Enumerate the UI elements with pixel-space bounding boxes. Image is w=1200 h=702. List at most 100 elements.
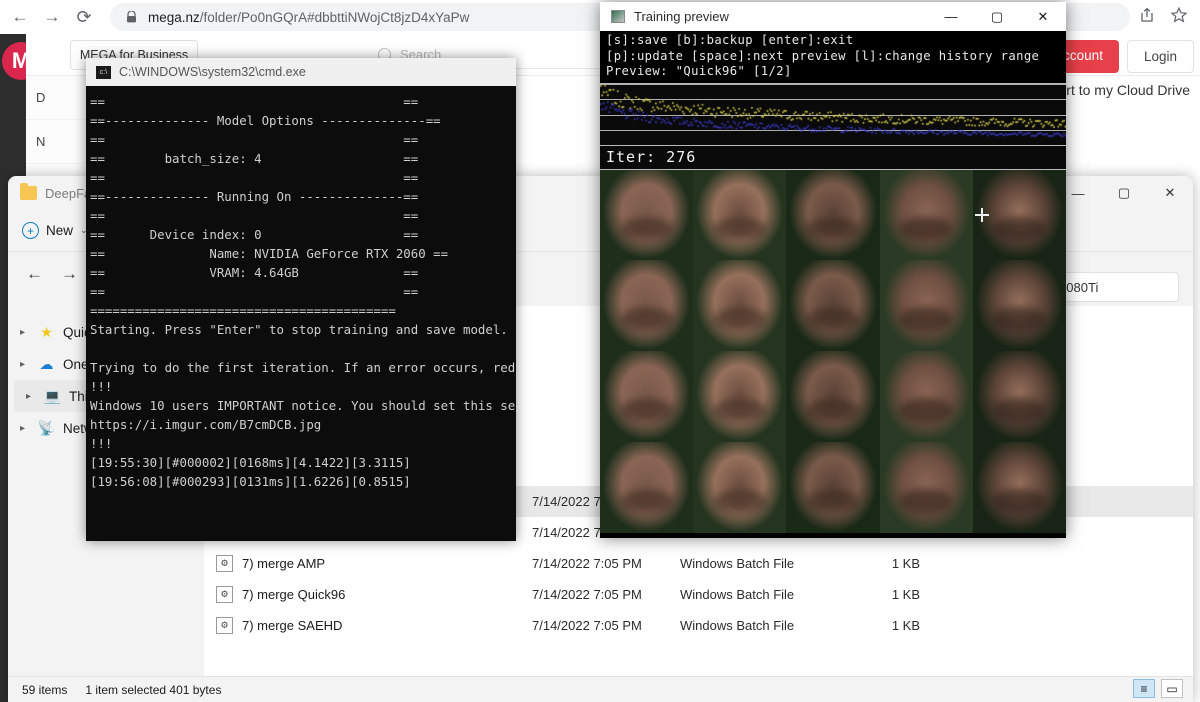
file-type: Windows Batch File <box>680 618 795 633</box>
file-date: 7/14/2022 7:05 PM <box>532 556 642 571</box>
iteration-counter: Iter: 276 <box>600 144 1066 170</box>
browser-reload-icon[interactable]: ⟳ <box>68 1 100 33</box>
training-preview-titlebar[interactable]: Training preview — ▢ ✕ <box>600 2 1066 31</box>
file-name: 7) merge Quick96 <box>242 587 346 602</box>
face-shadow <box>713 398 766 422</box>
app-icon <box>611 10 625 23</box>
cloud-icon: ☁ <box>39 355 54 372</box>
face-shadow <box>620 398 673 422</box>
help-line-2: [p]:update [space]:next preview [l]:chan… <box>606 48 1040 63</box>
chevron-right-icon[interactable]: ▸ <box>20 327 30 338</box>
chevron-right-icon[interactable]: ▸ <box>20 359 30 370</box>
cmd-title-text: C:\WINDOWS\system32\cmd.exe <box>119 65 306 79</box>
face-shadow <box>993 307 1046 332</box>
face-shadow <box>993 216 1046 241</box>
file-type: Windows Batch File <box>680 587 795 602</box>
tp-maximize-button[interactable]: ▢ <box>974 2 1020 31</box>
chevron-right-icon[interactable]: ▸ <box>26 391 36 402</box>
explorer-status-bar: 59 items 1 item selected 401 bytes ≡ ▭ <box>8 676 1193 702</box>
face-shadow <box>900 216 953 241</box>
training-preview-window: Training preview — ▢ ✕ [s]:save [b]:back… <box>600 2 1066 538</box>
new-button-label: New <box>46 223 74 238</box>
face-shadow <box>713 307 766 332</box>
file-size: 1 KB <box>891 587 920 602</box>
face-shadow <box>620 307 673 332</box>
face-preview-cell <box>786 441 880 533</box>
face-preview-cell <box>693 351 787 442</box>
view-toggle-group: ≡ ▭ <box>1133 679 1183 698</box>
face-preview-cell <box>693 260 787 351</box>
tp-minimize-button[interactable]: — <box>928 2 974 31</box>
list-view-button[interactable]: ≡ <box>1133 679 1155 698</box>
face-shadow <box>993 488 1046 513</box>
explorer-window-controls: — ▢ ✕ <box>1055 176 1193 210</box>
loss-scatter-canvas <box>600 83 1066 145</box>
training-preview-help: [s]:save [b]:backup [enter]:exit [p]:upd… <box>600 31 1066 83</box>
table-row[interactable]: ⚙ 7) merge SAEHD 7/14/2022 7:05 PM Windo… <box>204 610 1193 641</box>
browser-right-icons <box>1138 6 1188 29</box>
loss-history-chart <box>600 82 1066 145</box>
browser-back-icon[interactable]: ← <box>4 1 36 33</box>
face-preview-cell <box>693 169 787 261</box>
explorer-forward-icon[interactable]: → <box>61 264 78 284</box>
face-shadow <box>900 488 953 513</box>
screen: ← → ⟳ mega.nz/folder/Po0nGQrA#dbbttiNWoj… <box>0 0 1200 702</box>
cmd-window: c:\ C:\WINDOWS\system32\cmd.exe == == ==… <box>86 58 516 541</box>
folder-icon <box>20 183 37 200</box>
face-shadow <box>620 488 673 513</box>
browser-forward-icon[interactable]: → <box>36 1 68 33</box>
face-preview-cell <box>600 351 694 442</box>
explorer-close-button[interactable]: ✕ <box>1147 176 1193 210</box>
face-preview-cell <box>972 260 1066 351</box>
explorer-maximize-button[interactable]: ▢ <box>1101 176 1147 210</box>
face-preview-cell <box>786 169 880 261</box>
mouse-cursor <box>975 208 989 222</box>
face-preview-cell <box>879 169 973 261</box>
plus-icon: + <box>22 222 39 239</box>
face-shadow <box>713 216 766 241</box>
file-date: 7/14/2022 7:05 PM <box>532 587 642 602</box>
cmd-titlebar[interactable]: c:\ C:\WINDOWS\system32\cmd.exe <box>86 58 516 86</box>
face-preview-cell <box>879 260 973 351</box>
table-row[interactable]: ⚙ 7) merge AMP 7/14/2022 7:05 PM Windows… <box>204 548 1193 579</box>
details-view-button[interactable]: ▭ <box>1161 679 1183 698</box>
face-shadow <box>806 307 860 332</box>
face-preview-cell <box>600 169 694 261</box>
share-icon[interactable] <box>1138 6 1156 29</box>
file-name: 7) merge SAEHD <box>242 618 343 633</box>
new-button[interactable]: + New ⌄ <box>22 222 88 239</box>
face-preview-cell <box>972 441 1066 533</box>
explorer-back-icon[interactable]: ← <box>26 264 43 284</box>
face-preview-cell <box>600 441 694 533</box>
face-shadow <box>806 398 860 422</box>
face-preview-cell <box>693 441 787 533</box>
face-preview-cell <box>972 351 1066 442</box>
tp-close-button[interactable]: ✕ <box>1020 2 1066 31</box>
face-preview-cell <box>879 441 973 533</box>
face-shadow <box>806 216 860 241</box>
bookmark-star-icon[interactable] <box>1170 6 1188 29</box>
file-size: 1 KB <box>891 618 920 633</box>
computer-icon: 💻 <box>43 387 62 404</box>
face-shadow <box>620 216 673 241</box>
face-preview-cell <box>786 260 880 351</box>
face-shadow <box>993 398 1046 422</box>
face-shadow <box>900 307 953 332</box>
chevron-right-icon[interactable]: ▸ <box>20 423 30 434</box>
login-button[interactable]: Login <box>1126 40 1194 73</box>
batch-file-icon: ⚙ <box>216 617 233 634</box>
batch-file-icon: ⚙ <box>216 586 233 603</box>
status-item-count: 59 items <box>22 682 68 697</box>
url-host: mega.nz <box>148 9 200 25</box>
console-icon: c:\ <box>96 65 111 79</box>
table-row[interactable]: ⚙ 7) merge Quick96 7/14/2022 7:05 PM Win… <box>204 579 1193 610</box>
batch-file-icon: ⚙ <box>216 555 233 572</box>
url-path: /folder/Po0nGQrA#dbbttiNWojCt8jzD4xYaPw <box>199 9 470 25</box>
star-icon: ★ <box>40 323 53 340</box>
file-date: 7/14/2022 7:05 PM <box>532 618 642 633</box>
help-line-1: [s]:save [b]:backup [enter]:exit <box>606 33 854 47</box>
file-size: 1 KB <box>891 556 920 571</box>
face-preview-cell <box>879 351 973 442</box>
face-shadow <box>900 398 953 422</box>
help-line-3: Preview: "Quick96" [1/2] <box>606 64 792 78</box>
